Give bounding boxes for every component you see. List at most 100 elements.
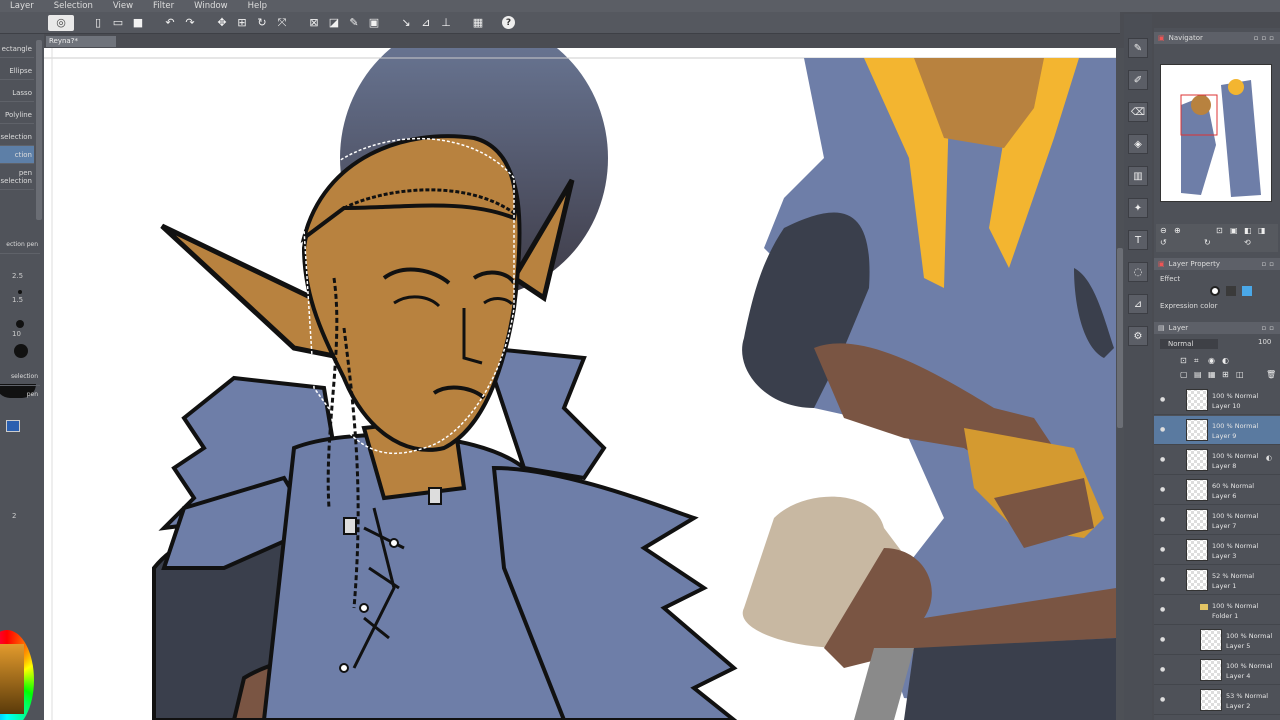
visibility-eye-icon[interactable]: ●	[1160, 516, 1168, 523]
save-icon[interactable]: ■	[130, 15, 146, 31]
zoom-in-icon[interactable]: ⊕	[1174, 226, 1184, 236]
canvas-vertical-scrollbar[interactable]	[1116, 48, 1124, 720]
gradient-icon[interactable]: ▥	[1128, 166, 1148, 186]
clear-icon[interactable]: ⊠	[306, 15, 322, 31]
visibility-eye-icon[interactable]: ●	[1160, 456, 1168, 463]
brush-size-dot[interactable]	[16, 320, 24, 328]
panel-controls-icon[interactable]: ▫▫▫	[1254, 34, 1277, 42]
balloon-icon[interactable]: ◌	[1128, 262, 1148, 282]
flip-vertical-icon[interactable]: ◨	[1258, 226, 1268, 236]
correction-icon[interactable]: ⚙	[1128, 326, 1148, 346]
zoom-out-icon[interactable]: ⊖	[1160, 226, 1170, 236]
figure-icon[interactable]: ✦	[1128, 198, 1148, 218]
ruler-tool-icon[interactable]: ⊿	[1128, 294, 1148, 314]
layer-row-selected[interactable]: ● 100 % Normal Layer 9	[1154, 416, 1280, 445]
expression-blue-swatch[interactable]	[1242, 286, 1252, 296]
visibility-eye-icon[interactable]: ●	[1160, 606, 1168, 613]
menu-selection[interactable]: Selection	[44, 0, 103, 12]
layer-row[interactable]: ● 52 % Normal Layer 1	[1154, 566, 1280, 595]
drawing-canvas[interactable]	[44, 48, 1116, 720]
layer-row[interactable]: ● 100 % Normal Layer 8 ◐	[1154, 446, 1280, 475]
help-icon[interactable]: ?	[502, 16, 515, 29]
eraser-icon[interactable]: ⌫	[1128, 102, 1148, 122]
expression-color-swatch[interactable]	[1210, 286, 1220, 296]
blend-mode-select[interactable]: Normal	[1160, 339, 1218, 349]
visibility-eye-icon[interactable]: ●	[1160, 576, 1168, 583]
visibility-eye-icon[interactable]: ●	[1160, 426, 1168, 433]
rotate-right-icon[interactable]: ↻	[1204, 238, 1214, 248]
tool-selection[interactable]: selection	[0, 128, 34, 146]
fit-icon[interactable]: ⊡	[1216, 226, 1226, 236]
panel-controls-icon[interactable]: ▫▫	[1262, 260, 1278, 268]
menu-help[interactable]: Help	[238, 0, 277, 12]
brush-size-dot[interactable]	[14, 344, 28, 358]
visibility-eye-icon[interactable]: ●	[1160, 696, 1168, 703]
flip-icon[interactable]: ⤧	[274, 15, 290, 31]
snap-icon[interactable]: ↘	[398, 15, 414, 31]
grid-dropdown-icon[interactable]: ▦	[470, 15, 486, 31]
flip-horizontal-icon[interactable]: ◧	[1244, 226, 1254, 236]
pen-icon[interactable]: ✎	[346, 15, 362, 31]
menu-window[interactable]: Window	[184, 0, 238, 12]
panel-controls-icon[interactable]: ▫▫	[1262, 324, 1278, 332]
layer-folder-row[interactable]: ● 100 % Normal Folder 1	[1154, 596, 1280, 625]
visibility-eye-icon[interactable]: ●	[1160, 636, 1168, 643]
navigator-thumbnail[interactable]	[1160, 64, 1272, 202]
layer-row[interactable]: ● 100 % Normal Layer 10	[1154, 386, 1280, 415]
menu-view[interactable]: View	[103, 0, 143, 12]
rotate-icon[interactable]: ↻	[254, 15, 270, 31]
brush-size-dot[interactable]	[18, 290, 22, 294]
layer-row[interactable]: ● 100 % Normal Layer 7	[1154, 506, 1280, 535]
tool-selection-pen[interactable]: ction pen	[0, 146, 34, 177]
merge-icon[interactable]: ⊞	[1222, 370, 1232, 380]
visibility-eye-icon[interactable]: ●	[1160, 486, 1168, 493]
tool-polyline[interactable]: Polyline	[0, 106, 34, 124]
fill-bucket-icon[interactable]: ◈	[1128, 134, 1148, 154]
tool-ellipse[interactable]: Ellipse	[0, 62, 34, 80]
rotate-left-icon[interactable]: ↺	[1160, 238, 1170, 248]
lock-icon[interactable]: ⊡	[1180, 356, 1190, 366]
reset-rotation-icon[interactable]: ⟲	[1244, 238, 1254, 248]
new-layer-icon[interactable]: ▢	[1180, 370, 1190, 380]
transform-icon[interactable]: ✥	[214, 15, 230, 31]
layer-row[interactable]: ● 100 % Normal Layer 3	[1154, 536, 1280, 565]
brush-icon[interactable]: ✐	[1128, 70, 1148, 90]
reference-icon[interactable]: ◉	[1208, 356, 1218, 366]
menu-layer[interactable]: Layer	[0, 0, 44, 12]
mask-icon[interactable]: ▦	[1208, 370, 1218, 380]
new-folder-icon[interactable]: ▤	[1194, 370, 1204, 380]
layer-row[interactable]: ● 100 % Normal Layer 4	[1154, 656, 1280, 685]
color-swatch-icon[interactable]	[6, 420, 20, 432]
tool-list-scrollbar[interactable]	[36, 40, 42, 220]
layer-row[interactable]: ● 53 % Normal Layer 2	[1154, 686, 1280, 715]
new-file-icon[interactable]: ▯	[90, 15, 106, 31]
actual-size-icon[interactable]: ▣	[1230, 226, 1240, 236]
undo-icon[interactable]: ↶	[162, 15, 178, 31]
visibility-eye-icon[interactable]: ●	[1160, 666, 1168, 673]
move-icon[interactable]: ⊞	[234, 15, 250, 31]
scroll-thumb[interactable]	[1117, 248, 1123, 428]
opacity-value[interactable]: 100	[1258, 338, 1271, 346]
sub-tool-icon[interactable]: ✎	[1128, 38, 1148, 58]
fill-icon[interactable]: ◪	[326, 15, 342, 31]
visibility-eye-icon[interactable]: ●	[1160, 546, 1168, 553]
color-gradient-square[interactable]	[0, 644, 24, 714]
document-tab[interactable]: Reyna?*	[46, 36, 116, 47]
tool-lasso[interactable]: Lasso	[0, 84, 34, 102]
open-folder-icon[interactable]: ▭	[110, 15, 126, 31]
redo-icon[interactable]: ↷	[182, 15, 198, 31]
layer-row[interactable]: ● 100 % Normal Layer 5	[1154, 626, 1280, 655]
expression-gray-swatch[interactable]	[1226, 286, 1236, 296]
layer-row[interactable]: ● 60 % Normal Layer 6	[1154, 476, 1280, 505]
tool-rectangle[interactable]: ectangle	[0, 40, 34, 58]
clip-icon[interactable]: ⌗	[1194, 356, 1204, 366]
visibility-eye-icon[interactable]: ●	[1160, 396, 1168, 403]
ruler-icon[interactable]: ⊿	[418, 15, 434, 31]
tool-shrink-selection[interactable]: selection	[0, 172, 34, 190]
draft-icon[interactable]: ◐	[1222, 356, 1232, 366]
text-icon[interactable]: T	[1128, 230, 1148, 250]
select-all-icon[interactable]: ▣	[366, 15, 382, 31]
app-logo-icon[interactable]: ◎	[48, 14, 74, 31]
menu-filter[interactable]: Filter	[143, 0, 184, 12]
delete-layer-icon[interactable]: 🗑	[1266, 370, 1276, 380]
